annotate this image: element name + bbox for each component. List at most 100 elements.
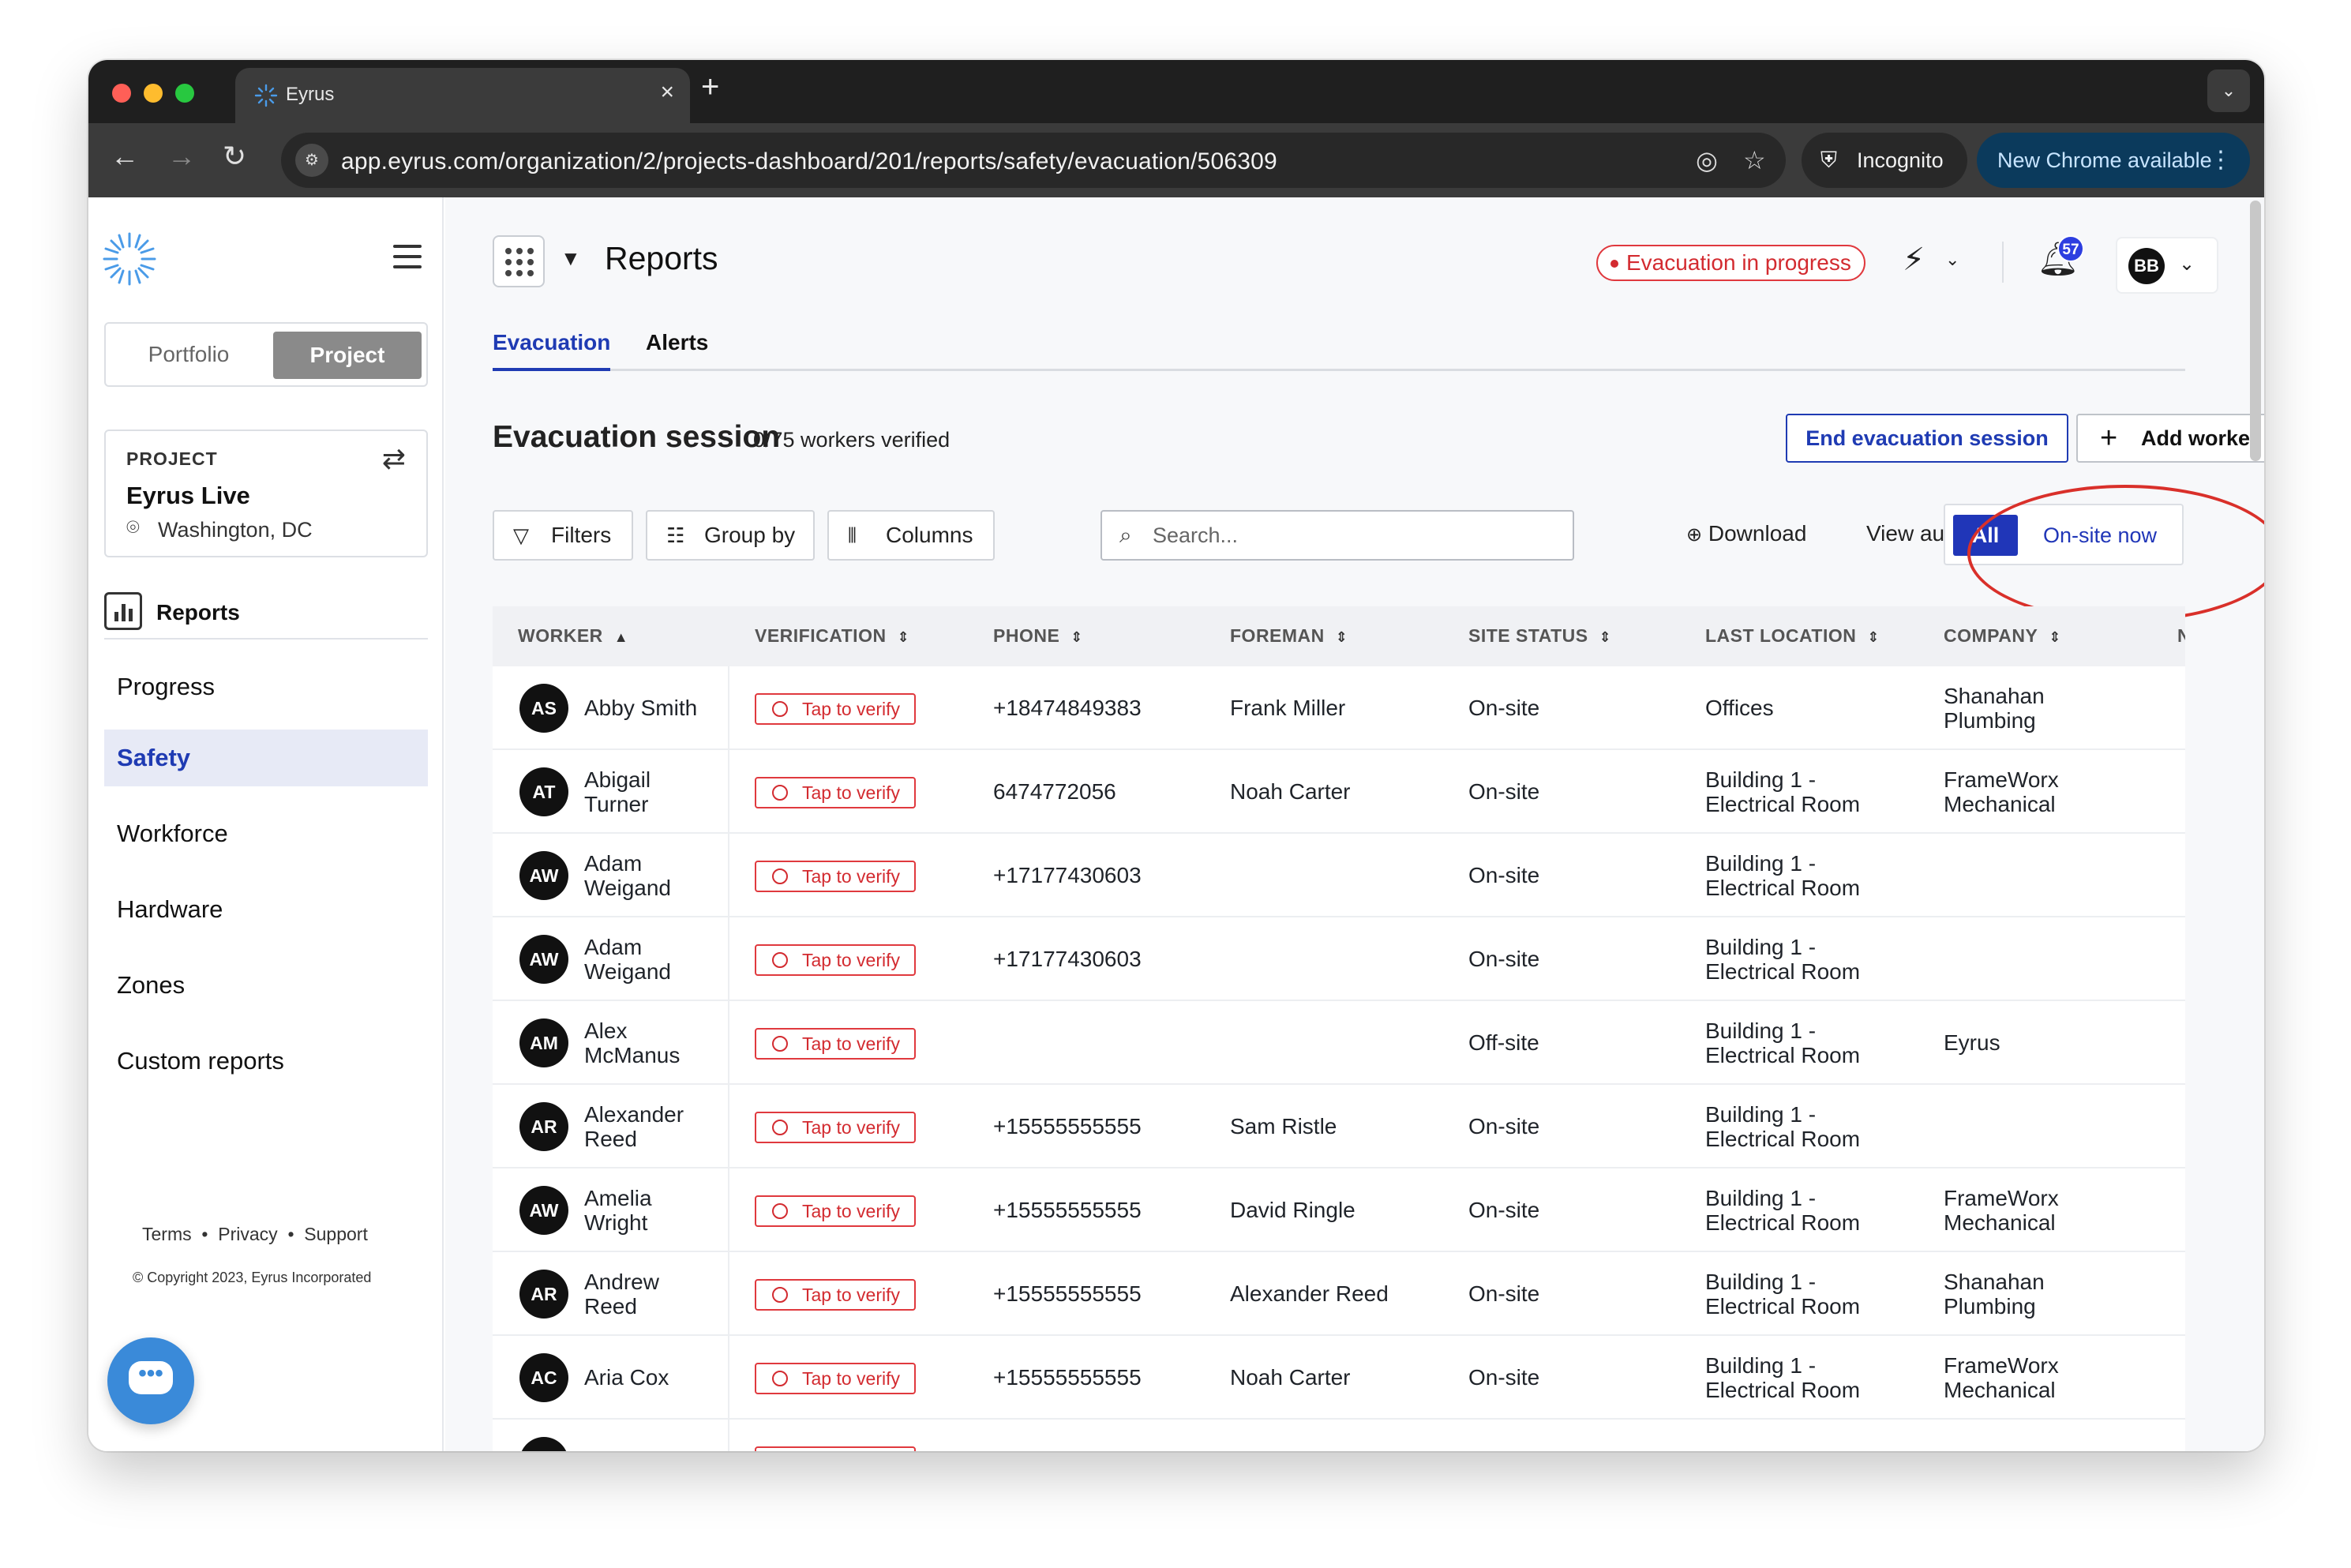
tap-to-verify-button[interactable]: Tap to verify bbox=[755, 861, 916, 892]
tap-to-verify-button[interactable]: Tap to verify bbox=[755, 1112, 916, 1143]
column-header-last-location[interactable]: LAST LOCATION ⇕ bbox=[1705, 625, 1879, 647]
toggle-all[interactable]: All bbox=[1953, 515, 2018, 556]
chat-support-button[interactable]: ••• bbox=[107, 1337, 194, 1424]
tap-to-verify-button[interactable]: Tap to verify bbox=[755, 944, 916, 976]
evacuation-status-badge[interactable]: Evacuation in progress bbox=[1596, 245, 1865, 281]
sidebar-reports-header[interactable]: Reports bbox=[104, 592, 428, 640]
table-row[interactable]: Aubrey Tap to verify Building 1 - bbox=[493, 1420, 2185, 1451]
project-tab[interactable]: Project bbox=[273, 332, 422, 379]
company-cell-line: FrameWorx bbox=[1944, 1353, 2059, 1378]
caret-down-icon[interactable]: ▼ bbox=[561, 246, 581, 271]
tap-to-verify-button[interactable]: Tap to verify bbox=[755, 1363, 916, 1394]
support-link[interactable]: Support bbox=[304, 1224, 368, 1244]
download-button[interactable]: ⊕ Download bbox=[1686, 521, 1806, 546]
more-menu-icon[interactable]: ⋮ bbox=[2209, 133, 2233, 188]
app-grid-icon[interactable] bbox=[493, 235, 545, 287]
table-row[interactable]: AW Adam Weigand Tap to verify +17177430603 On… bbox=[493, 917, 2185, 1001]
tab-evacuation[interactable]: Evacuation bbox=[493, 330, 611, 371]
site-status-cell: On-site bbox=[1468, 696, 1540, 720]
sort-icon: ⇕ bbox=[1071, 629, 1082, 645]
tap-to-verify-button[interactable]: Tap to verify bbox=[755, 1195, 916, 1227]
tab-alerts[interactable]: Alerts bbox=[646, 330, 708, 371]
new-chrome-button[interactable]: New Chrome available ⋮ bbox=[1977, 133, 2250, 188]
user-menu-button[interactable]: BB ⌄ bbox=[2116, 237, 2218, 294]
address-bar[interactable]: ⚙ app.eyrus.com/organization/2/projects-… bbox=[281, 133, 1786, 188]
app-content: Portfolio Project PROJECT ⇄ Eyrus Live ⌾… bbox=[88, 197, 2264, 1451]
bookmark-star-icon[interactable]: ☆ bbox=[1743, 145, 1766, 175]
group-by-button[interactable]: ☷ Group by bbox=[646, 510, 815, 561]
forward-icon[interactable]: → bbox=[167, 141, 196, 172]
reload-icon[interactable]: ↻ bbox=[223, 141, 246, 172]
search-input[interactable] bbox=[1153, 520, 1547, 551]
sidebar-item-progress[interactable]: Progress bbox=[104, 658, 428, 715]
terms-link[interactable]: Terms bbox=[142, 1224, 192, 1244]
table-row[interactable]: AW Adam Weigand Tap to verify +17177430603 On… bbox=[493, 834, 2185, 917]
worker-name-line: Weigand bbox=[584, 959, 672, 984]
columns-button[interactable]: ⫴ Columns bbox=[827, 510, 995, 561]
portfolio-tab[interactable]: Portfolio bbox=[106, 324, 272, 385]
lightning-icon[interactable]: ⚡ bbox=[1903, 242, 1925, 278]
column-header-truncated[interactable]: N bbox=[2177, 625, 2185, 647]
verify-label: Tap to verify bbox=[802, 782, 900, 803]
new-tab-icon[interactable]: + bbox=[701, 71, 719, 103]
company-cell: Shanahan Plumbing bbox=[1944, 1270, 2045, 1319]
sort-icon: ⇕ bbox=[1867, 629, 1879, 645]
sidebar-item-workforce[interactable]: Workforce bbox=[104, 805, 428, 862]
column-header-company[interactable]: COMPANY ⇕ bbox=[1944, 625, 2060, 647]
tap-to-verify-button[interactable]: Tap to verify bbox=[755, 777, 916, 808]
avatar: AW bbox=[519, 935, 568, 984]
project-location: Washington, DC bbox=[158, 518, 313, 542]
minimize-window-button[interactable] bbox=[144, 84, 163, 103]
sidebar-item-custom-reports[interactable]: Custom reports bbox=[104, 1033, 428, 1090]
hamburger-menu-icon[interactable] bbox=[393, 245, 422, 276]
column-header-verification[interactable]: VERIFICATION ⇕ bbox=[755, 625, 909, 647]
tap-to-verify-button[interactable]: Tap to verify bbox=[755, 1028, 916, 1060]
tap-to-verify-button[interactable]: Tap to verify bbox=[755, 1279, 916, 1311]
column-header-phone[interactable]: PHONE ⇕ bbox=[993, 625, 1082, 647]
table-row[interactable]: AR Alexander Reed Tap to verify +15555555555… bbox=[493, 1085, 2185, 1168]
avatar: AW bbox=[519, 1186, 568, 1235]
column-header-foreman[interactable]: FOREMAN ⇕ bbox=[1230, 625, 1348, 647]
toggle-onsite-now[interactable]: On-site now bbox=[2043, 515, 2157, 556]
tap-to-verify-button[interactable]: Tap to verify bbox=[755, 1446, 916, 1451]
incognito-indicator[interactable]: ⛨ Incognito bbox=[1802, 133, 1967, 188]
zoom-window-button[interactable] bbox=[175, 84, 194, 103]
table-row[interactable]: AS Abby Smith Tap to verify +18474849383 Fra… bbox=[493, 666, 2185, 750]
table-row[interactable]: AW Amelia Wright Tap to verify +15555555555 D… bbox=[493, 1168, 2185, 1252]
tab-search-icon[interactable]: ⌄ bbox=[2207, 69, 2250, 112]
worker-name: Alexander Reed bbox=[584, 1102, 684, 1151]
chevron-down-icon[interactable]: ⌄ bbox=[1945, 249, 1959, 270]
search-box: ⌕ bbox=[1101, 510, 1574, 561]
circle-icon bbox=[772, 1120, 788, 1135]
tab-close-icon[interactable]: × bbox=[660, 79, 674, 106]
worker-name: Aria Cox bbox=[584, 1365, 669, 1390]
columns-label: Columns bbox=[886, 523, 973, 547]
download-label: Download bbox=[1708, 521, 1807, 546]
sidebar-item-hardware[interactable]: Hardware bbox=[104, 881, 428, 938]
table-row[interactable]: AC Aria Cox Tap to verify +15555555555 Noah … bbox=[493, 1336, 2185, 1420]
privacy-link[interactable]: Privacy bbox=[218, 1224, 277, 1244]
tap-to-verify-button[interactable]: Tap to verify bbox=[755, 693, 916, 725]
eye-off-icon[interactable]: ◎ bbox=[1696, 145, 1718, 175]
last-location-cell-line: Offices bbox=[1705, 696, 1774, 720]
filters-button[interactable]: ▽ Filters bbox=[493, 510, 633, 561]
column-header-worker[interactable]: WORKER ▲ bbox=[518, 625, 628, 647]
swap-project-icon[interactable]: ⇄ bbox=[382, 442, 406, 475]
add-worker-button[interactable]: + Add worker bbox=[2076, 414, 2264, 463]
end-evacuation-button[interactable]: End evacuation session bbox=[1786, 414, 2068, 463]
close-window-button[interactable] bbox=[112, 84, 131, 103]
project-card[interactable]: PROJECT ⇄ Eyrus Live ⌾ Washington, DC bbox=[104, 430, 428, 557]
page-scrollbar[interactable] bbox=[2250, 201, 2261, 461]
sidebar-item-safety[interactable]: Safety bbox=[104, 730, 428, 786]
site-info-icon[interactable]: ⚙ bbox=[295, 144, 328, 177]
table-row[interactable]: AT Abigail Turner Tap to verify 6474772056 No… bbox=[493, 750, 2185, 834]
table-row[interactable]: AR Andrew Reed Tap to verify +15555555555 Ale… bbox=[493, 1252, 2185, 1336]
circle-icon bbox=[772, 1036, 788, 1052]
browser-tab[interactable]: Eyrus × bbox=[235, 68, 690, 123]
last-location-cell-line: Electrical Room bbox=[1705, 1127, 1861, 1151]
sidebar-item-zones[interactable]: Zones bbox=[104, 957, 428, 1014]
column-divider bbox=[728, 1085, 729, 1168]
table-row[interactable]: AM Alex McManus Tap to verify Off-site Buildi… bbox=[493, 1001, 2185, 1085]
back-icon[interactable]: ← bbox=[111, 141, 139, 172]
column-header-site-status[interactable]: SITE STATUS ⇕ bbox=[1468, 625, 1611, 647]
